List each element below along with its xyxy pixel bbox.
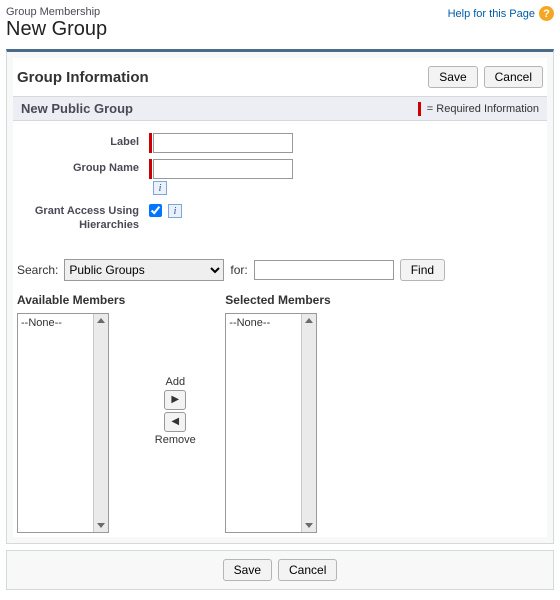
scrollbar[interactable] (93, 314, 108, 532)
group-information-panel: Group Information Save Cancel New Public… (6, 49, 554, 544)
remove-label: Remove (155, 434, 196, 446)
search-label: Search: (17, 263, 58, 277)
required-bar-icon (418, 102, 421, 116)
selected-members-list[interactable]: --None-- (225, 313, 317, 533)
find-button[interactable]: Find (400, 259, 445, 281)
group-name-field-label: Group Name (19, 159, 149, 174)
label-field-label: Label (19, 133, 149, 148)
info-icon[interactable]: i (153, 181, 167, 195)
group-name-input[interactable] (153, 159, 293, 179)
label-input[interactable] (153, 133, 293, 153)
add-label: Add (165, 376, 185, 388)
available-members-list[interactable]: --None-- (17, 313, 109, 533)
remove-button[interactable]: ◀ (164, 412, 186, 432)
cancel-button-bottom[interactable]: Cancel (278, 559, 337, 581)
section-title: Group Information (17, 69, 149, 86)
chevron-right-icon: ▶ (171, 394, 179, 405)
grant-access-checkbox[interactable] (149, 204, 162, 217)
info-icon[interactable]: i (168, 204, 182, 218)
breadcrumb: Group Membership (6, 6, 107, 18)
search-type-select[interactable]: Public Groups (64, 259, 224, 281)
page-title: New Group (6, 18, 107, 41)
help-icon: ? (539, 6, 554, 21)
available-members-title: Available Members (17, 289, 125, 313)
required-bar-icon (149, 159, 152, 179)
help-for-this-page-link[interactable]: Help for this Page ? (448, 6, 554, 21)
required-information-legend: = Required Information (418, 102, 539, 116)
grant-access-field-label: Grant Access Using Hierarchies (19, 201, 149, 233)
cancel-button[interactable]: Cancel (484, 66, 543, 88)
help-link-text: Help for this Page (448, 8, 535, 20)
search-for-input[interactable] (254, 260, 394, 280)
selected-members-title: Selected Members (225, 289, 330, 313)
list-item[interactable]: --None-- (229, 317, 298, 329)
add-button[interactable]: ▶ (164, 390, 186, 410)
list-item[interactable]: --None-- (21, 317, 90, 329)
save-button[interactable]: Save (428, 66, 477, 88)
scrollbar[interactable] (301, 314, 316, 532)
required-text: = Required Information (427, 103, 539, 115)
for-label: for: (230, 263, 247, 277)
subsection-title: New Public Group (21, 101, 133, 116)
save-button-bottom[interactable]: Save (223, 559, 272, 581)
chevron-left-icon: ◀ (171, 416, 179, 427)
required-bar-icon (149, 133, 152, 153)
